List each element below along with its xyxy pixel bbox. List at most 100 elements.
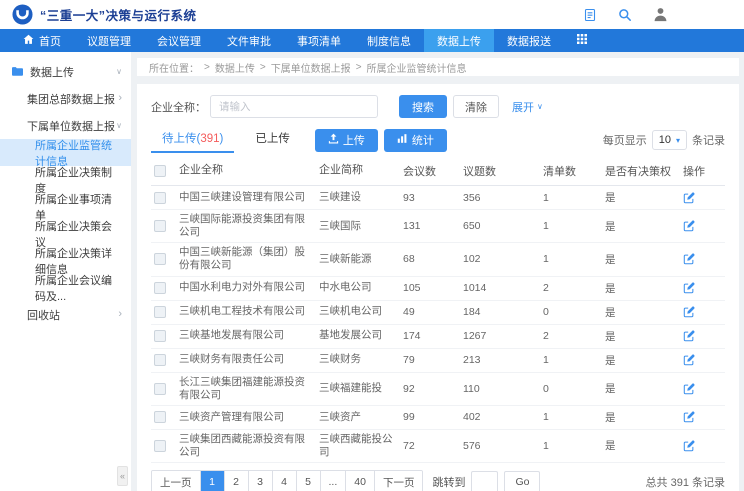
row-checkbox[interactable] — [154, 253, 166, 265]
nav-item-data-report[interactable]: 数据报送 — [494, 29, 564, 52]
company-name-input[interactable] — [210, 95, 378, 118]
page-size-select[interactable]: 10 ▾ — [652, 130, 687, 150]
upload-button[interactable]: 上传 — [315, 129, 378, 152]
company-name-label: 企业全称： — [151, 99, 206, 115]
page-button-4[interactable]: 4 — [273, 471, 297, 491]
nav-item-file-approval[interactable]: 文件审批 — [214, 29, 284, 52]
edit-icon[interactable] — [683, 330, 695, 342]
sidebar-item-group-hq-report[interactable]: 集团总部数据上报 › — [0, 85, 131, 112]
sidebar-item-decision-detail[interactable]: 所属企业决策详细信息 — [0, 247, 131, 274]
sidebar-item-subordinate-report[interactable]: 下属单位数据上报 ∨ — [0, 112, 131, 139]
breadcrumb-separator: > — [204, 62, 210, 73]
go-button[interactable]: Go — [504, 471, 540, 491]
sidebar-item-data-upload[interactable]: 数据上传 ∨ — [0, 58, 131, 85]
cell-company-short: 三峡建设 — [319, 191, 403, 204]
edit-icon[interactable] — [683, 282, 695, 294]
row-checkbox[interactable] — [154, 282, 166, 294]
page-button-40[interactable]: 40 — [346, 471, 375, 491]
cell-topic-count: 184 — [463, 306, 543, 318]
cell-list-count: 2 — [543, 282, 605, 294]
breadcrumb-item[interactable]: 所属企业监管统计信息 — [367, 60, 467, 75]
cell-company-name: 中国水利电力对外有限公司 — [179, 281, 319, 294]
nav-item-meeting-mgmt[interactable]: 会议管理 — [144, 29, 214, 52]
page-ellipsis[interactable]: ... — [321, 471, 347, 491]
cell-meeting-count: 79 — [403, 354, 463, 366]
cell-company-name: 三峡机电工程技术有限公司 — [179, 305, 319, 318]
cell-list-count: 1 — [543, 192, 605, 204]
company-table: 企业全称 企业简称 会议数 议题数 清单数 是否有决策权 操作 中国三峡建设管理… — [151, 159, 725, 463]
cell-decision-right: 是 — [605, 281, 683, 296]
user-icon[interactable] — [653, 7, 668, 22]
sidebar-collapse-button[interactable]: « — [117, 466, 128, 486]
nav-apps-menu[interactable] — [564, 29, 600, 52]
document-icon[interactable] — [583, 8, 597, 22]
stats-button[interactable]: 统计 — [384, 129, 447, 152]
breadcrumb-item[interactable]: 下属单位数据上报 — [271, 60, 351, 75]
nav-item-label: 数据报送 — [507, 33, 551, 49]
edit-icon[interactable] — [683, 192, 695, 204]
prev-page-button[interactable]: 上一页 — [152, 471, 201, 491]
search-panel: 企业全称： 搜索 清除 展开 ∨ — [151, 95, 725, 118]
edit-icon[interactable] — [683, 383, 695, 395]
jump-to-label: 跳转到 — [432, 474, 465, 490]
tab-pending-upload[interactable]: 待上传(391) — [151, 127, 234, 153]
breadcrumb-item[interactable]: 数据上传 — [215, 60, 255, 75]
page-button-1[interactable]: 1 — [201, 471, 225, 491]
page-button-3[interactable]: 3 — [249, 471, 273, 491]
bar-chart-icon — [397, 133, 408, 147]
top-header: “三重一大”决策与运行系统 — [0, 0, 744, 29]
sidebar-item-meeting-code[interactable]: 所属企业会议编码及... — [0, 274, 131, 301]
row-checkbox[interactable] — [154, 383, 166, 395]
nav-item-topic-mgmt[interactable]: 议题管理 — [74, 29, 144, 52]
cell-topic-count: 356 — [463, 192, 543, 204]
cell-company-short: 三峡国际 — [319, 220, 403, 233]
clear-button[interactable]: 清除 — [453, 95, 499, 118]
nav-item-home[interactable]: 首页 — [10, 29, 74, 52]
tab-uploaded[interactable]: 已上传 — [244, 127, 301, 153]
search-button[interactable]: 搜索 — [399, 95, 447, 118]
row-checkbox[interactable] — [154, 306, 166, 318]
row-checkbox[interactable] — [154, 330, 166, 342]
sidebar-item-supervision-stats[interactable]: 所属企业监管统计信息 — [0, 139, 131, 166]
cell-company-name: 中国三峡建设管理有限公司 — [179, 191, 319, 204]
cell-meeting-count: 174 — [403, 330, 463, 342]
nav-item-item-list[interactable]: 事项清单 — [284, 29, 354, 52]
cell-topic-count: 1267 — [463, 330, 543, 342]
tab-label: ) — [220, 133, 224, 145]
edit-icon[interactable] — [683, 411, 695, 423]
jump-page-input[interactable] — [471, 471, 498, 491]
page-button-5[interactable]: 5 — [297, 471, 321, 491]
cell-topic-count: 1014 — [463, 282, 543, 294]
sidebar-item-recycle-bin[interactable]: 回收站 › — [0, 301, 131, 328]
sidebar-item-decision-meeting[interactable]: 所属企业决策会议 — [0, 220, 131, 247]
cell-meeting-count: 49 — [403, 306, 463, 318]
app-logo-icon — [12, 4, 33, 25]
cell-company-short: 三峡福建能投 — [319, 382, 403, 395]
page-button-2[interactable]: 2 — [225, 471, 249, 491]
sidebar-item-decision-policy[interactable]: 所属企业决策制度 — [0, 166, 131, 193]
nav-item-data-upload[interactable]: 数据上传 — [424, 29, 494, 52]
expand-link[interactable]: 展开 ∨ — [512, 99, 543, 115]
nav-item-label: 制度信息 — [367, 33, 411, 49]
select-all-checkbox[interactable] — [154, 165, 166, 177]
next-page-button[interactable]: 下一页 — [375, 471, 423, 491]
nav-item-label: 文件审批 — [227, 33, 271, 49]
nav-item-label: 首页 — [39, 33, 61, 49]
edit-icon[interactable] — [683, 440, 695, 452]
nav-item-policy-info[interactable]: 制度信息 — [354, 29, 424, 52]
cell-meeting-count: 68 — [403, 253, 463, 265]
cell-company-short: 中水电公司 — [319, 281, 403, 294]
edit-icon[interactable] — [683, 253, 695, 265]
app-window: “三重一大”决策与运行系统 首页 议题管理 会议管理 文件审批 事项清单 制度信… — [0, 0, 744, 491]
edit-icon[interactable] — [683, 220, 695, 232]
row-checkbox[interactable] — [154, 411, 166, 423]
row-checkbox[interactable] — [154, 192, 166, 204]
row-checkbox[interactable] — [154, 220, 166, 232]
search-icon[interactable] — [618, 8, 632, 22]
row-checkbox[interactable] — [154, 440, 166, 452]
sidebar-item-label: 所属企业会议编码及... — [35, 272, 122, 304]
edit-icon[interactable] — [683, 354, 695, 366]
edit-icon[interactable] — [683, 306, 695, 318]
row-checkbox[interactable] — [154, 354, 166, 366]
sidebar-item-matter-list[interactable]: 所属企业事项清单 — [0, 193, 131, 220]
